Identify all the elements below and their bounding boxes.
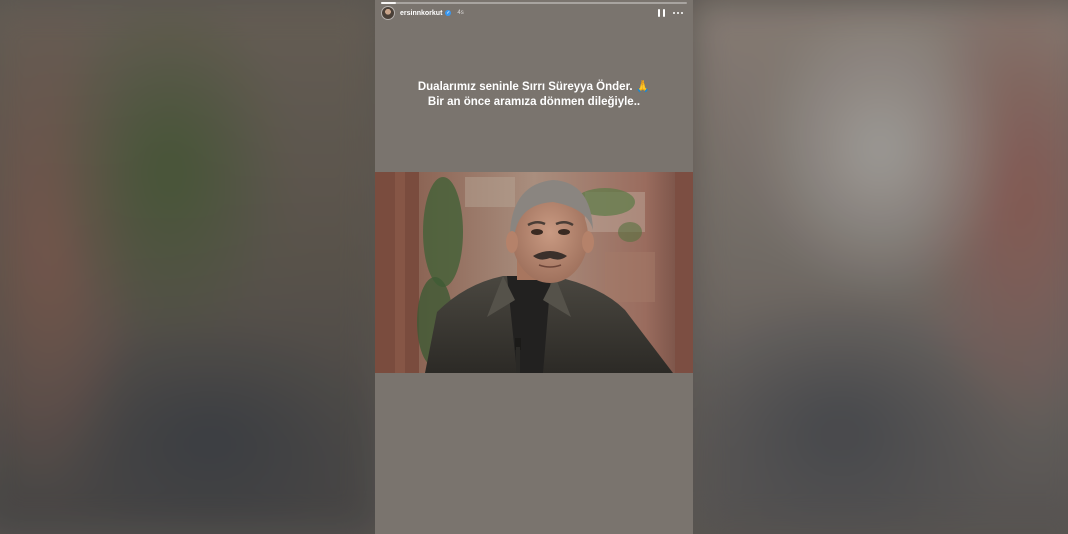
story-progress-bar — [381, 2, 687, 4]
story-panel[interactable]: ersinnkorkut ✓ 4s Dualarımız seninle Sır… — [375, 0, 693, 534]
story-header: ersinnkorkut ✓ 4s — [381, 5, 687, 21]
story-time: 4s — [457, 10, 464, 16]
verified-icon: ✓ — [445, 10, 452, 16]
more-icon[interactable] — [673, 9, 683, 17]
story-viewer: ersinnkorkut ✓ 4s Dualarımız seninle Sır… — [0, 0, 1068, 534]
caption-line-2: Bir an önce aramıza dönmen dileğiyle.. — [427, 96, 641, 108]
pray-emoji: 🙏 — [635, 81, 651, 93]
portrait-image — [375, 172, 693, 373]
header-controls — [658, 9, 687, 17]
pause-icon[interactable] — [658, 9, 665, 17]
story-caption: Dualarımız seninle Sırrı Süreyya Önder. … — [375, 80, 693, 110]
avatar[interactable] — [381, 6, 395, 20]
story-photo — [375, 172, 693, 373]
caption-text-1: Dualarımız seninle Sırrı Süreyya Önder. — [417, 81, 633, 93]
caption-line-1: Dualarımız seninle Sırrı Süreyya Önder. … — [375, 80, 693, 95]
story-progress-fill — [381, 2, 397, 4]
username[interactable]: ersinnkorkut — [400, 10, 442, 17]
